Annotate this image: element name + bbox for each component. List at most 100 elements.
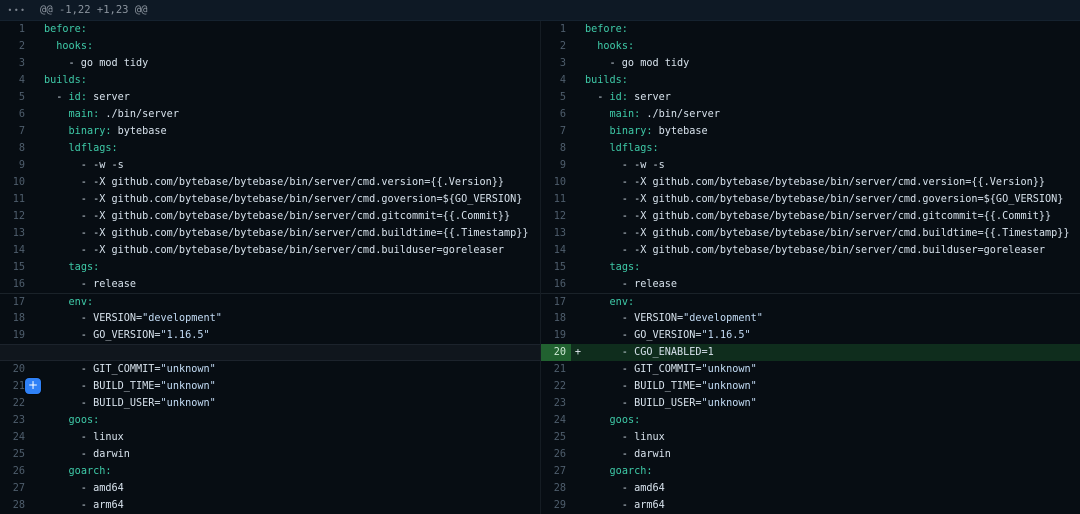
line-number[interactable]: 24 — [541, 412, 571, 429]
diff-marker — [571, 191, 585, 208]
line-number[interactable]: 5 — [0, 89, 30, 106]
line-number[interactable]: 2 — [0, 38, 30, 55]
line-number[interactable]: 12 — [541, 208, 571, 225]
code-line: hooks: — [44, 38, 540, 55]
line-number[interactable]: 12 — [0, 208, 30, 225]
code-line: goos: — [44, 412, 540, 429]
diff-row: 12 - -X github.com/bytebase/bytebase/bin… — [541, 208, 1080, 225]
diff-marker — [571, 463, 585, 480]
code-line: ldflags: — [585, 140, 1080, 157]
line-number[interactable]: 3 — [0, 55, 30, 72]
line-number[interactable]: 20 — [0, 361, 30, 378]
line-number[interactable]: 25 — [0, 446, 30, 463]
line-number[interactable]: 23 — [541, 395, 571, 412]
line-number[interactable]: 19 — [0, 327, 30, 344]
filler-row — [0, 344, 540, 361]
code-line: - -X github.com/bytebase/bytebase/bin/se… — [44, 174, 540, 191]
diff-marker — [571, 412, 585, 429]
line-number[interactable]: 24 — [0, 429, 30, 446]
line-number[interactable]: 9 — [541, 157, 571, 174]
line-number[interactable]: 22 — [541, 378, 571, 395]
diff-marker — [571, 429, 585, 446]
line-number[interactable]: 8 — [0, 140, 30, 157]
line-number[interactable]: 25 — [541, 429, 571, 446]
code-line: - release — [585, 276, 1080, 293]
line-number[interactable]: 17 — [0, 294, 30, 310]
code-line: main: ./bin/server — [585, 106, 1080, 123]
line-number[interactable]: 19 — [541, 327, 571, 344]
code-line: - -X github.com/bytebase/bytebase/bin/se… — [44, 242, 540, 259]
line-number[interactable]: 23 — [0, 412, 30, 429]
line-number[interactable]: 7 — [0, 123, 30, 140]
code-line: binary: bytebase — [44, 123, 540, 140]
diff-row: 29 - arm64 — [541, 497, 1080, 514]
diff-marker — [30, 294, 44, 310]
diff-hunk-bar: ••• @@ -1,22 +1,23 @@ — [0, 0, 1080, 21]
line-number[interactable]: 6 — [0, 106, 30, 123]
code-line — [44, 345, 540, 360]
diff-marker — [30, 72, 44, 89]
line-number[interactable]: 17 — [541, 294, 571, 310]
line-number[interactable]: 10 — [541, 174, 571, 191]
line-number[interactable]: 10 — [0, 174, 30, 191]
line-number[interactable]: 29 — [541, 497, 571, 514]
line-number[interactable]: 21 — [541, 361, 571, 378]
code-line: - amd64 — [44, 480, 540, 497]
line-number[interactable]: 14 — [0, 242, 30, 259]
code-line: - id: server — [585, 89, 1080, 106]
diff-marker — [30, 55, 44, 72]
line-number[interactable]: 15 — [541, 259, 571, 276]
code-line: - GO_VERSION="1.16.5" — [585, 327, 1080, 344]
line-number[interactable]: 14 — [541, 242, 571, 259]
code-line: - -X github.com/bytebase/bytebase/bin/se… — [585, 208, 1080, 225]
code-line: - BUILD_USER="unknown" — [585, 395, 1080, 412]
diff-marker — [571, 446, 585, 463]
diff-row: 26 - darwin — [541, 446, 1080, 463]
diff-marker — [30, 140, 44, 157]
line-number[interactable]: 7 — [541, 123, 571, 140]
line-number[interactable]: 1 — [0, 21, 30, 38]
line-number[interactable]: 18 — [0, 310, 30, 327]
line-number[interactable]: 13 — [541, 225, 571, 242]
diff-marker — [30, 463, 44, 480]
line-number[interactable]: 15 — [0, 259, 30, 276]
diff-marker — [571, 89, 585, 106]
line-number[interactable]: 11 — [0, 191, 30, 208]
line-number[interactable]: 22 — [0, 395, 30, 412]
line-number[interactable]: 4 — [0, 72, 30, 89]
diff-panes: 1before:2 hooks:3 - go mod tidy4builds:5… — [0, 21, 1080, 514]
add-comment-button[interactable]: + — [25, 378, 41, 394]
line-number[interactable]: 16 — [541, 276, 571, 293]
more-options-button[interactable]: ••• — [0, 6, 34, 15]
line-number[interactable]: 6 — [541, 106, 571, 123]
diff-row: 6 main: ./bin/server — [0, 106, 540, 123]
diff-marker — [571, 225, 585, 242]
line-number[interactable]: 18 — [541, 310, 571, 327]
diff-row: 26 goarch: — [0, 463, 540, 480]
diff-marker — [571, 497, 585, 514]
diff-marker — [30, 21, 44, 38]
diff-row: 14 - -X github.com/bytebase/bytebase/bin… — [0, 242, 540, 259]
line-number[interactable]: 27 — [541, 463, 571, 480]
line-number[interactable]: 2 — [541, 38, 571, 55]
line-number[interactable]: 3 — [541, 55, 571, 72]
line-number[interactable]: 26 — [0, 463, 30, 480]
line-number[interactable]: 9 — [0, 157, 30, 174]
left-pane-rows: 1before:2 hooks:3 - go mod tidy4builds:5… — [0, 21, 540, 514]
line-number[interactable]: 28 — [0, 497, 30, 514]
line-number[interactable]: 4 — [541, 72, 571, 89]
line-number[interactable]: 20 — [541, 344, 571, 361]
line-number[interactable]: 13 — [0, 225, 30, 242]
code-line: - darwin — [585, 446, 1080, 463]
line-number[interactable]: 11 — [541, 191, 571, 208]
right-pane-rows: 1before:2 hooks:3 - go mod tidy4builds:5… — [541, 21, 1080, 514]
line-number[interactable]: 26 — [541, 446, 571, 463]
diff-marker — [571, 259, 585, 276]
line-number[interactable]: 16 — [0, 276, 30, 293]
line-number[interactable]: 28 — [541, 480, 571, 497]
line-number[interactable]: 5 — [541, 89, 571, 106]
line-number[interactable]: 8 — [541, 140, 571, 157]
code-line: env: — [44, 294, 540, 310]
line-number[interactable]: 1 — [541, 21, 571, 38]
line-number[interactable]: 27 — [0, 480, 30, 497]
